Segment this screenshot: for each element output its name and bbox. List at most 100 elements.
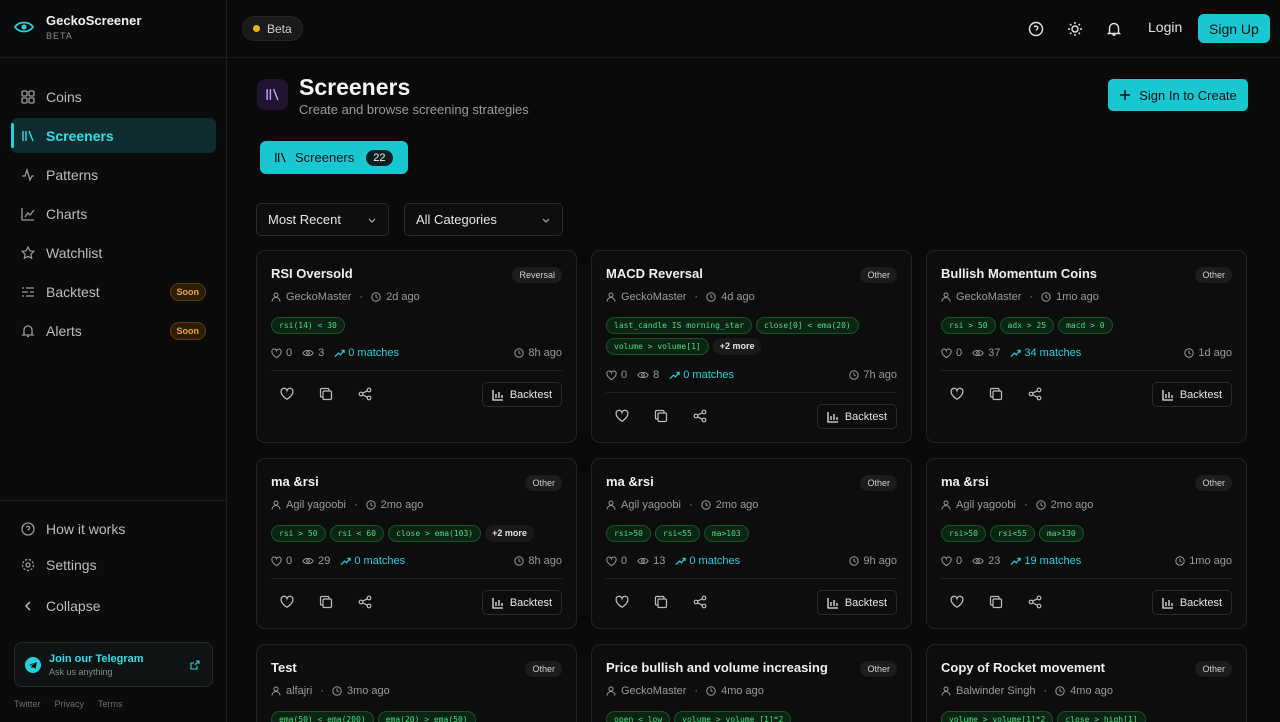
condition-tag: rsi(14) < 30 — [271, 317, 345, 334]
backtest-button[interactable]: Backtest — [1151, 382, 1232, 407]
backtest-button[interactable]: Backtest — [481, 382, 562, 407]
sidebar-item-patterns[interactable]: Patterns — [11, 157, 216, 192]
privacy-link[interactable]: Privacy — [55, 699, 85, 709]
clock-icon — [332, 686, 342, 696]
theme-toggle-button[interactable] — [1065, 19, 1085, 39]
condition-tags: rsi>50 rsi<55 ma>130 — [941, 525, 1236, 542]
tab-screeners[interactable]: Screeners 22 — [260, 141, 408, 174]
card-stats: 0 13 0 matches 9h ago — [606, 555, 897, 567]
more-tags-badge[interactable]: +2 more — [712, 338, 762, 355]
bar-chart-icon — [1162, 389, 1174, 401]
condition-tag: rsi>50 — [941, 525, 986, 542]
share-button[interactable] — [357, 594, 373, 610]
like-button[interactable] — [279, 386, 295, 402]
screener-card[interactable]: ma &rsi Other Agil yagoobi · 2mo ago rsi… — [591, 458, 912, 629]
like-button[interactable] — [614, 594, 630, 610]
sidebar-item-charts[interactable]: Charts — [11, 196, 216, 231]
screener-card[interactable]: MACD Reversal Other GeckoMaster · 4d ago… — [591, 250, 912, 443]
backtest-button[interactable]: Backtest — [1151, 590, 1232, 615]
screener-card[interactable]: Copy of Rocket movement Other Balwinder … — [926, 644, 1247, 722]
terms-link[interactable]: Terms — [98, 699, 123, 709]
chevron-down-icon — [367, 215, 377, 225]
copy-button[interactable] — [653, 408, 669, 424]
card-stats: 0 37 34 matches 1d ago — [941, 347, 1232, 359]
copy-button[interactable] — [988, 386, 1004, 402]
like-button[interactable] — [949, 386, 965, 402]
screener-card[interactable]: Bullish Momentum Coins Other GeckoMaster… — [926, 250, 1247, 443]
card-title[interactable]: ma &rsi — [941, 474, 989, 489]
screener-card[interactable]: Test Other alfajri · 3mo ago ema(50) < e… — [256, 644, 577, 722]
copy-button[interactable] — [318, 386, 334, 402]
share-button[interactable] — [1027, 386, 1043, 402]
user-icon — [606, 292, 616, 302]
card-title[interactable]: MACD Reversal — [606, 266, 703, 281]
card-title[interactable]: Copy of Rocket movement — [941, 660, 1105, 675]
sidebar-item-alerts[interactable]: Alerts Soon — [11, 313, 216, 348]
card-title[interactable]: ma &rsi — [606, 474, 654, 489]
like-button[interactable] — [614, 408, 630, 424]
author-name: alfajri — [286, 685, 313, 697]
condition-tags: rsi>50 rsi<55 ma>103 — [606, 525, 901, 542]
matches-link[interactable]: 0 matches — [334, 347, 399, 359]
card-divider — [271, 578, 562, 579]
clock-icon — [371, 292, 381, 302]
settings-link[interactable]: Settings — [11, 547, 216, 582]
collapse-button[interactable]: Collapse — [11, 588, 216, 623]
backtest-button[interactable]: Backtest — [816, 404, 897, 429]
sidebar-item-screeners[interactable]: Screeners — [11, 118, 216, 153]
created-time: 4d ago — [721, 291, 755, 303]
copy-button[interactable] — [988, 594, 1004, 610]
condition-tags: rsi > 50 adx > 25 macd > 0 — [941, 317, 1236, 334]
twitter-link[interactable]: Twitter — [14, 699, 41, 709]
sign-in-to-create-button[interactable]: Sign In to Create — [1108, 79, 1248, 111]
card-title[interactable]: RSI Oversold — [271, 266, 353, 281]
notifications-button[interactable] — [1104, 19, 1124, 39]
matches-link[interactable]: 19 matches — [1010, 555, 1081, 567]
sidebar-item-watchlist[interactable]: Watchlist — [11, 235, 216, 270]
share-button[interactable] — [692, 594, 708, 610]
card-meta: GeckoMaster · 4mo ago — [606, 685, 764, 697]
card-meta: GeckoMaster · 4d ago — [606, 291, 755, 303]
telegram-banner[interactable]: Join our Telegram Ask us anything — [14, 642, 213, 687]
category-select[interactable]: All Categories — [404, 203, 563, 236]
condition-tag: close[0] < ema(20) — [756, 317, 859, 334]
card-title[interactable]: ma &rsi — [271, 474, 319, 489]
matches-link[interactable]: 34 matches — [1010, 347, 1081, 359]
backtest-button[interactable]: Backtest — [816, 590, 897, 615]
screener-card[interactable]: ma &rsi Other Agil yagoobi · 2mo ago rsi… — [256, 458, 577, 629]
card-title[interactable]: Price bullish and volume increasing — [606, 660, 828, 675]
like-button[interactable] — [279, 594, 295, 610]
share-button[interactable] — [692, 408, 708, 424]
matches-link[interactable]: 0 matches — [675, 555, 740, 567]
more-tags-badge[interactable]: +2 more — [485, 525, 534, 542]
help-button[interactable] — [1026, 19, 1046, 39]
like-button[interactable] — [949, 594, 965, 610]
clock-icon — [1175, 556, 1185, 566]
screener-card[interactable]: ma &rsi Other Agil yagoobi · 2mo ago rsi… — [926, 458, 1247, 629]
matches-link[interactable]: 0 matches — [669, 369, 734, 381]
sort-select[interactable]: Most Recent — [256, 203, 389, 236]
screener-card[interactable]: Price bullish and volume increasing Othe… — [591, 644, 912, 722]
matches-link[interactable]: 0 matches — [340, 555, 405, 567]
clock-icon — [849, 370, 860, 380]
created-time: 3mo ago — [346, 685, 390, 697]
user-icon — [606, 686, 616, 696]
matches-count: 0 matches — [354, 555, 406, 567]
backtest-button[interactable]: Backtest — [481, 590, 562, 615]
share-button[interactable] — [357, 386, 373, 402]
brand[interactable]: GeckoScreener BETA — [14, 13, 141, 41]
create-label: Sign In to Create — [1139, 87, 1237, 103]
signup-button[interactable]: Sign Up — [1198, 14, 1270, 43]
copy-button[interactable] — [318, 594, 334, 610]
how-it-works-link[interactable]: How it works — [11, 511, 216, 546]
card-title[interactable]: Test — [271, 660, 297, 675]
eye-icon — [302, 556, 314, 566]
sidebar-item-coins[interactable]: Coins — [11, 79, 216, 114]
copy-button[interactable] — [653, 594, 669, 610]
login-button[interactable]: Login — [1148, 19, 1182, 35]
sidebar-item-label: Coins — [46, 88, 82, 105]
share-button[interactable] — [1027, 594, 1043, 610]
card-title[interactable]: Bullish Momentum Coins — [941, 266, 1097, 281]
sidebar-item-backtest[interactable]: Backtest Soon — [11, 274, 216, 309]
screener-card[interactable]: RSI Oversold Reversal GeckoMaster · 2d a… — [256, 250, 577, 443]
